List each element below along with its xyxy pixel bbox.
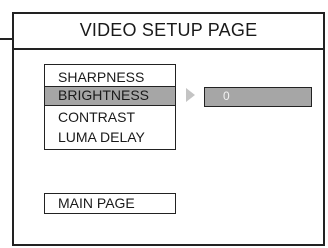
main-page-button[interactable]: MAIN PAGE xyxy=(44,193,176,214)
menu-item-luma-delay[interactable]: LUMA DELAY xyxy=(45,127,175,147)
triangle-right-icon xyxy=(186,88,195,102)
menu-item-sharpness[interactable]: SHARPNESS xyxy=(45,67,175,87)
settings-menu-list: SHARPNESS BRIGHTNESS CONTRAST LUMA DELAY xyxy=(44,64,176,150)
menu-item-contrast[interactable]: CONTRAST xyxy=(45,107,175,127)
menu-item-brightness[interactable]: BRIGHTNESS xyxy=(45,86,175,106)
brightness-value-field[interactable]: 0 xyxy=(204,87,312,107)
page-title: VIDEO SETUP PAGE xyxy=(12,12,325,50)
